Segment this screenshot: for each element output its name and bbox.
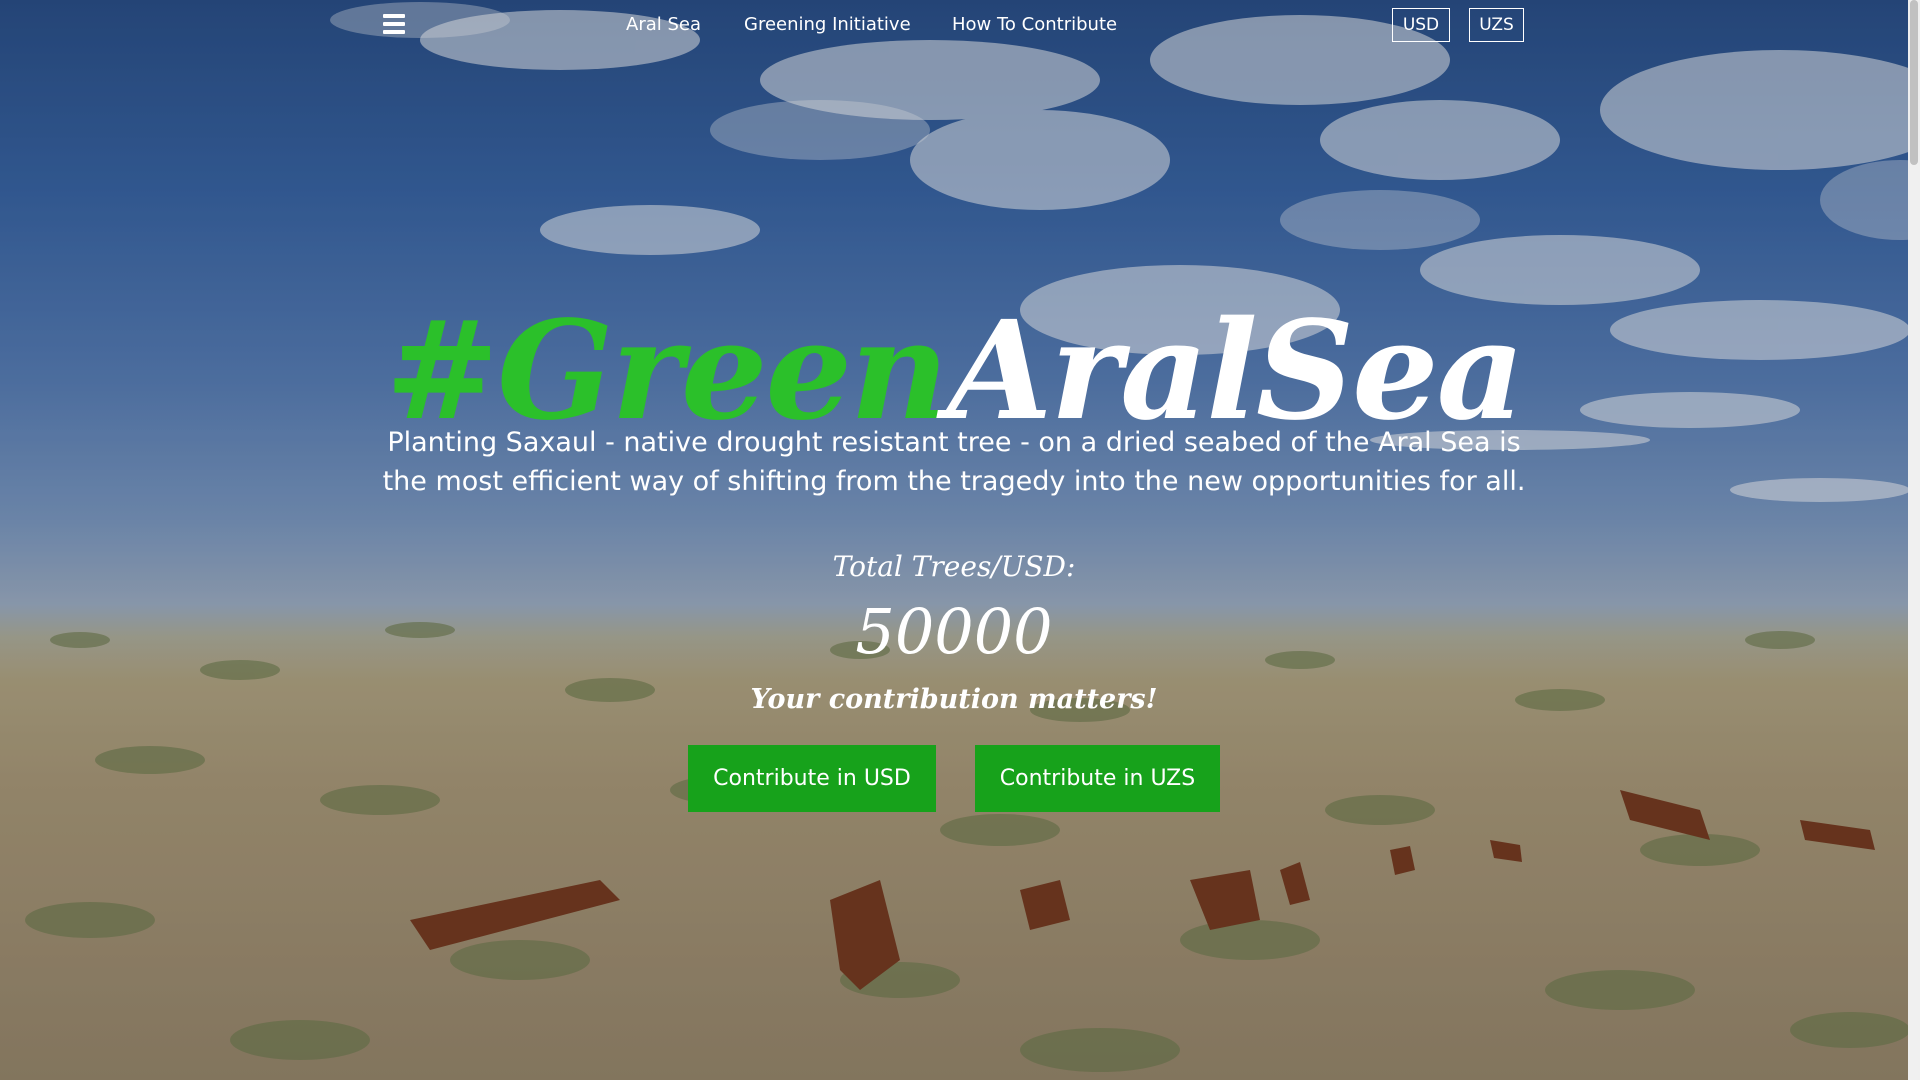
nav-link-greening-initiative[interactable]: Greening Initiative	[744, 14, 911, 35]
contribute-uzs-button[interactable]: Contribute in UZS	[975, 745, 1220, 812]
top-navigation: Aral Sea Greening Initiative How To Cont…	[0, 0, 1908, 54]
hamburger-menu-icon[interactable]	[383, 14, 405, 34]
nav-link-how-to-contribute[interactable]: How To Contribute	[952, 14, 1117, 35]
hero-background	[0, 0, 1908, 1080]
total-trees-value: 50000	[855, 595, 1053, 668]
currency-usd-button[interactable]: USD	[1392, 8, 1450, 42]
contribution-message: Your contribution matters!	[750, 684, 1158, 715]
currency-uzs-button[interactable]: UZS	[1469, 8, 1524, 42]
page-scrollbar[interactable]	[1908, 0, 1920, 1080]
contribute-usd-button[interactable]: Contribute in USD	[688, 745, 936, 812]
nav-link-aral-sea[interactable]: Aral Sea	[626, 14, 701, 35]
hero-overlay	[0, 0, 1908, 1080]
hero-tagline: Planting Saxaul - native drought resista…	[382, 427, 1526, 497]
total-trees-label: Total Trees/USD:	[832, 550, 1076, 583]
scrollbar-thumb[interactable]	[1910, 0, 1918, 165]
